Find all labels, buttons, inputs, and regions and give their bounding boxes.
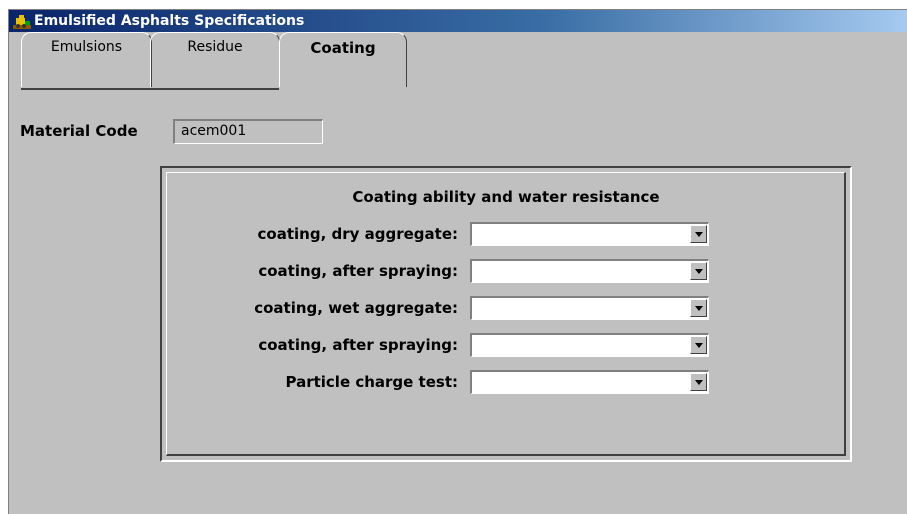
tab-residue[interactable]: Residue — [150, 32, 280, 87]
coating-after-spraying-label: coating, after spraying: — [258, 262, 458, 280]
window-title: Emulsified Asphalts Specifications — [34, 13, 305, 29]
bulldozer-app-icon — [13, 13, 31, 29]
material-code-label: Material Code — [20, 122, 138, 140]
coating-wet-aggregate-label: coating, wet aggregate: — [254, 299, 458, 317]
tab-label: Coating — [310, 39, 376, 57]
coating-wet-aggregate-select[interactable] — [470, 296, 709, 320]
chevron-down-icon[interactable] — [690, 299, 707, 317]
app-window: Emulsified Asphalts Specifications Emuls… — [8, 9, 907, 514]
material-code-field[interactable]: acem001 — [173, 119, 323, 144]
title-bar[interactable]: Emulsified Asphalts Specifications — [9, 10, 907, 32]
coating-dry-aggregate-select[interactable] — [470, 222, 709, 246]
tab-label: Emulsions — [50, 39, 123, 55]
group-title: Coating ability and water resistance — [352, 188, 660, 206]
tab-coating[interactable]: Coating — [279, 32, 407, 87]
coating-after-spraying-2-label: coating, after spraying: — [258, 336, 458, 354]
coating-dry-aggregate-label: coating, dry aggregate: — [257, 225, 458, 243]
particle-charge-test-select[interactable] — [470, 370, 709, 394]
chevron-down-icon[interactable] — [690, 336, 707, 354]
tab-strip-divider — [21, 88, 279, 90]
tab-emulsions[interactable]: Emulsions — [21, 32, 152, 87]
chevron-down-icon[interactable] — [690, 262, 707, 280]
chevron-down-icon[interactable] — [690, 373, 707, 391]
chevron-down-icon[interactable] — [690, 225, 707, 243]
particle-charge-test-label: Particle charge test: — [285, 373, 458, 391]
tab-label: Residue — [187, 39, 243, 55]
coating-after-spraying-2-select[interactable] — [470, 333, 709, 357]
coating-after-spraying-select[interactable] — [470, 259, 709, 283]
